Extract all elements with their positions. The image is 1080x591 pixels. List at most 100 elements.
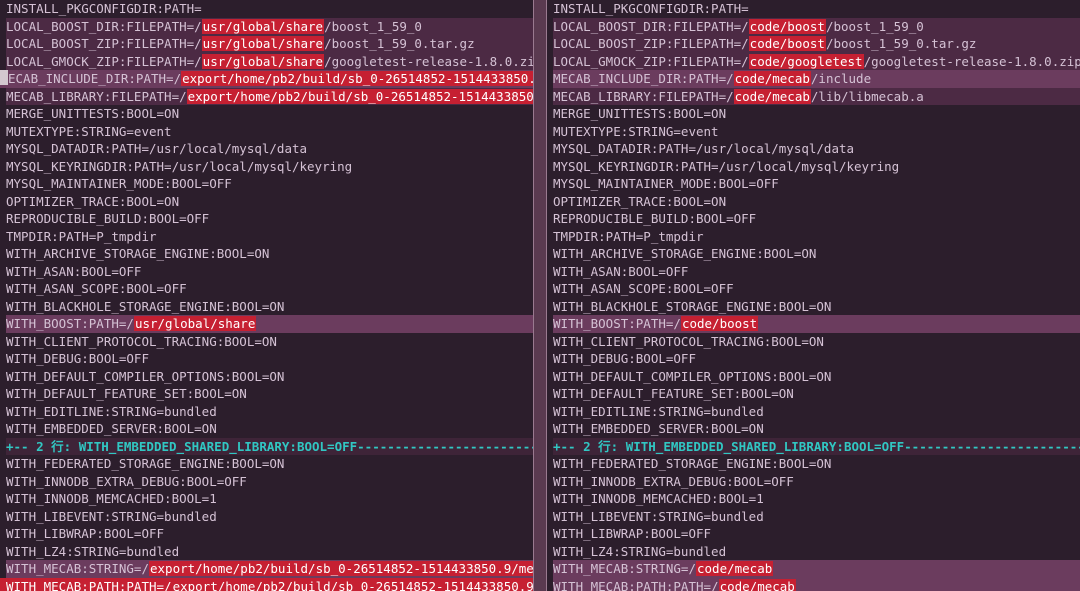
text: LOCAL_BOOST_ZIP:FILEPATH=/: [6, 36, 202, 51]
code-line-cursor: ECAB_INCLUDE_DIR:PATH=/export/home/pb2/b…: [0, 70, 533, 88]
diff-change: code/boost: [749, 36, 826, 51]
code-line: WITH_LZ4:STRING=bundled: [6, 543, 533, 561]
code-line: WITH_DEBUG:BOOL=OFF: [553, 350, 1080, 368]
code-line: WITH_EDITLINE:STRING=bundled: [553, 403, 1080, 421]
fold-dashes: ----------------------------: [357, 439, 533, 454]
diff-change: code/mecab: [734, 71, 811, 86]
code-line: LOCAL_BOOST_ZIP:FILEPATH=/code/boost/boo…: [553, 35, 1080, 53]
code-line: WITH_MECAB:STRING=/code/mecab: [553, 560, 1080, 578]
fold-text: +-- 2 行: WITH_EMBEDDED_SHARED_LIBRARY:BO…: [553, 439, 904, 454]
code-line: MUTEXTYPE:STRING=event: [553, 123, 1080, 141]
diff-change: usr/global/share: [134, 316, 256, 331]
diff-change: code/boost: [749, 19, 826, 34]
fold-dashes: ----------------------------: [904, 439, 1080, 454]
text: /boost_1_59_0.tar.gz: [826, 36, 977, 51]
right-pane[interactable]: INSTALL_PKGCONFIGDIR:PATH= LOCAL_BOOST_D…: [547, 0, 1080, 591]
diff-change: usr/global/share: [202, 19, 324, 34]
text: /include: [811, 71, 871, 86]
code-line: MERGE_UNITTESTS:BOOL=ON: [553, 105, 1080, 123]
code-line: LOCAL_GMOCK_ZIP:FILEPATH=/usr/global/sha…: [6, 53, 533, 71]
code-line: MECAB_INCLUDE_DIR:PATH=/code/mecab/inclu…: [553, 70, 1080, 88]
code-line: WITH_LIBEVENT:STRING=bundled: [6, 508, 533, 526]
diff-change: export/home/pb2/build/sb_0-26514852-1514…: [172, 579, 533, 591]
text: WITH_BOOST:PATH=/: [553, 316, 681, 331]
code-line: INSTALL_PKGCONFIGDIR:PATH=: [553, 0, 1080, 18]
code-line: OPTIMIZER_TRACE:BOOL=ON: [553, 193, 1080, 211]
code-line: TMPDIR:PATH=P_tmpdir: [6, 228, 533, 246]
code-line: WITH_ASAN:BOOL=OFF: [553, 263, 1080, 281]
code-line: OPTIMIZER_TRACE:BOOL=ON: [6, 193, 533, 211]
code-line: INSTALL_PKGCONFIGDIR:PATH=: [6, 0, 533, 18]
code-line: WITH_MECAB:PATH:PATH=/export/home/pb2/bu…: [0, 578, 533, 591]
fold-marker[interactable]: +-- 2 行: WITH_EMBEDDED_SHARED_LIBRARY:BO…: [553, 438, 1080, 456]
text: WITH_MECAB:STRING=/: [553, 561, 696, 576]
text: LOCAL_GMOCK_ZIP:FILEPATH=/: [6, 54, 202, 69]
text: WITH_BOOST:PATH=/: [6, 316, 134, 331]
code-line: WITH_EMBEDDED_SERVER:BOOL=ON: [6, 420, 533, 438]
split-divider[interactable]: [533, 0, 547, 591]
code-line: MERGE_UNITTESTS:BOOL=ON: [6, 105, 533, 123]
code-line: LOCAL_GMOCK_ZIP:FILEPATH=/code/googletes…: [553, 53, 1080, 71]
code-line: MECAB_LIBRARY:FILEPATH=/export/home/pb2/…: [6, 88, 533, 106]
diff-panes: INSTALL_PKGCONFIGDIR:PATH= LOCAL_BOOST_D…: [0, 0, 1080, 591]
code-line: WITH_EDITLINE:STRING=bundled: [6, 403, 533, 421]
code-line: WITH_MECAB:STRING=/export/home/pb2/build…: [6, 560, 533, 578]
text: LOCAL_BOOST_ZIP:FILEPATH=/: [553, 36, 749, 51]
diff-change: usr/global/share: [202, 54, 324, 69]
text: MECAB_INCLUDE_DIR:PATH=/: [553, 71, 734, 86]
code-line: WITH_ARCHIVE_STORAGE_ENGINE:BOOL=ON: [553, 245, 1080, 263]
code-line: WITH_BLACKHOLE_STORAGE_ENGINE:BOOL=ON: [553, 298, 1080, 316]
code-line: MYSQL_DATADIR:PATH=/usr/local/mysql/data: [553, 140, 1080, 158]
code-line: TMPDIR:PATH=P_tmpdir: [553, 228, 1080, 246]
fold-text: +-- 2 行: WITH_EMBEDDED_SHARED_LIBRARY:BO…: [6, 439, 357, 454]
text: /googletest-release-1.8.0.zip: [324, 54, 533, 69]
code-line: WITH_CLIENT_PROTOCOL_TRACING:BOOL=ON: [6, 333, 533, 351]
code-line: WITH_ASAN:BOOL=OFF: [6, 263, 533, 281]
code-line: WITH_LIBWRAP:BOOL=OFF: [553, 525, 1080, 543]
fold-marker[interactable]: +-- 2 行: WITH_EMBEDDED_SHARED_LIBRARY:BO…: [6, 438, 533, 456]
code-line: WITH_BLACKHOLE_STORAGE_ENGINE:BOOL=ON: [6, 298, 533, 316]
text-cursor: [0, 70, 8, 85]
text: WITH_MECAB:PATH:PATH=/: [553, 579, 719, 591]
diff-change: export/home/pb2/build/sb_0-26514852-1514…: [187, 89, 533, 104]
diff-change: code/mecab: [734, 89, 811, 104]
code-line: WITH_BOOST:PATH=/code/boost: [553, 315, 1080, 333]
code-line: MYSQL_KEYRINGDIR:PATH=/usr/local/mysql/k…: [6, 158, 533, 176]
diff-change: code/mecab: [696, 561, 773, 576]
text: /boost_1_59_0.tar.gz: [324, 36, 475, 51]
text: ECAB_INCLUDE_DIR:PATH=/: [8, 71, 181, 86]
code-line: MYSQL_KEYRINGDIR:PATH=/usr/local/mysql/k…: [553, 158, 1080, 176]
code-line: WITH_CLIENT_PROTOCOL_TRACING:BOOL=ON: [553, 333, 1080, 351]
code-line: WITH_ASAN_SCOPE:BOOL=OFF: [6, 280, 533, 298]
code-line: MECAB_LIBRARY:FILEPATH=/code/mecab/lib/l…: [553, 88, 1080, 106]
code-line: WITH_DEFAULT_FEATURE_SET:BOOL=ON: [553, 385, 1080, 403]
code-line: LOCAL_BOOST_ZIP:FILEPATH=/usr/global/sha…: [6, 35, 533, 53]
code-line: WITH_INNODB_MEMCACHED:BOOL=1: [6, 490, 533, 508]
code-line: WITH_EMBEDDED_SERVER:BOOL=ON: [553, 420, 1080, 438]
text: /lib/libmecab.a: [811, 89, 924, 104]
diff-change: code/boost: [681, 316, 758, 331]
code-line: WITH_LIBWRAP:BOOL=OFF: [6, 525, 533, 543]
text: /googletest-release-1.8.0.zip: [864, 54, 1080, 69]
text: /boost_1_59_0: [826, 19, 924, 34]
code-line: MYSQL_MAINTAINER_MODE:BOOL=OFF: [6, 175, 533, 193]
code-line: REPRODUCIBLE_BUILD:BOOL=OFF: [6, 210, 533, 228]
code-line: WITH_LZ4:STRING=bundled: [553, 543, 1080, 561]
text: /boost_1_59_0: [324, 19, 422, 34]
diff-change: code/mecab: [719, 579, 796, 591]
code-line: WITH_DEFAULT_FEATURE_SET:BOOL=ON: [6, 385, 533, 403]
text: MECAB_LIBRARY:FILEPATH=/: [6, 89, 187, 104]
code-line: WITH_BOOST:PATH=/usr/global/share: [6, 315, 533, 333]
code-line: WITH_INNODB_EXTRA_DEBUG:BOOL=OFF: [553, 473, 1080, 491]
code-line: MYSQL_MAINTAINER_MODE:BOOL=OFF: [553, 175, 1080, 193]
left-pane[interactable]: INSTALL_PKGCONFIGDIR:PATH= LOCAL_BOOST_D…: [0, 0, 533, 591]
diff-change: export/home/pb2/build/sb_0-26514852-1514…: [181, 71, 533, 86]
text: WITH_MECAB:PATH:PATH=/: [6, 579, 172, 591]
code-line: WITH_MECAB:PATH:PATH=/code/mecab: [553, 578, 1080, 591]
code-line: WITH_DEBUG:BOOL=OFF: [6, 350, 533, 368]
code-line: WITH_ARCHIVE_STORAGE_ENGINE:BOOL=ON: [6, 245, 533, 263]
code-line: WITH_INNODB_MEMCACHED:BOOL=1: [553, 490, 1080, 508]
code-line: REPRODUCIBLE_BUILD:BOOL=OFF: [553, 210, 1080, 228]
code-line: WITH_DEFAULT_COMPILER_OPTIONS:BOOL=ON: [6, 368, 533, 386]
code-line: WITH_ASAN_SCOPE:BOOL=OFF: [553, 280, 1080, 298]
